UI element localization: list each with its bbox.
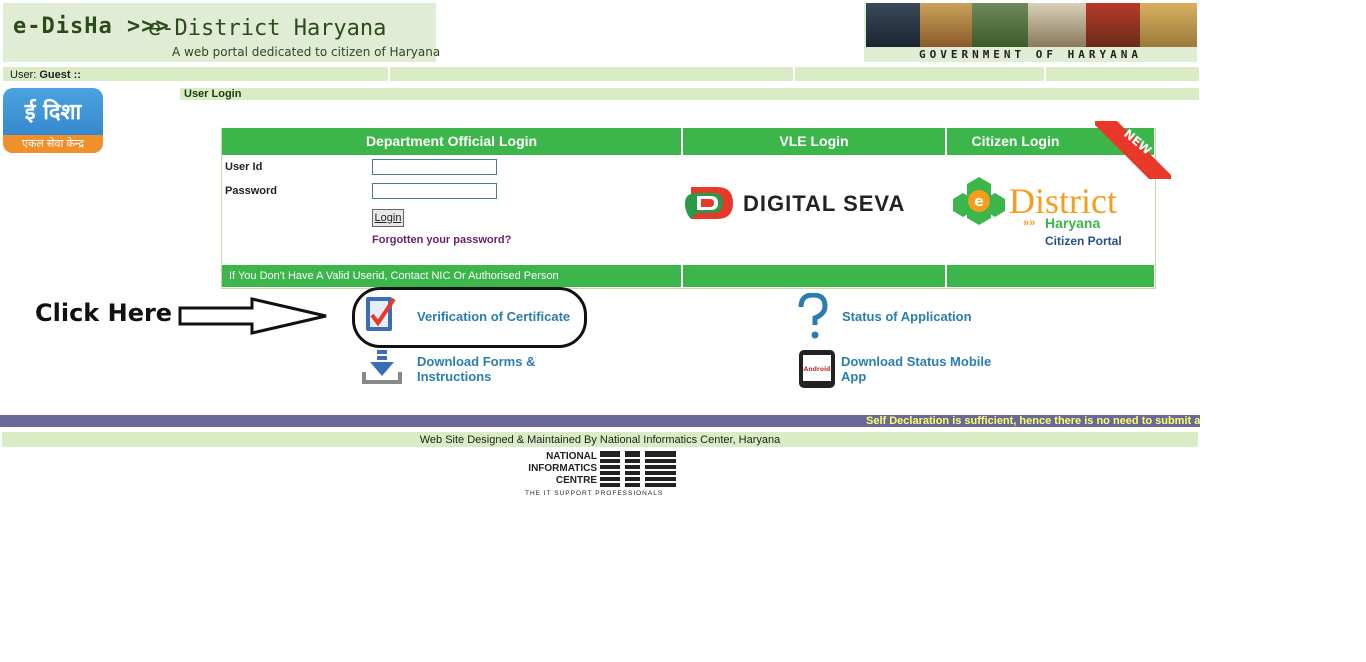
satellite-photo (866, 3, 920, 47)
field-photo (1140, 3, 1197, 47)
user-bar-cell (390, 67, 793, 81)
forgot-password-link[interactable]: Forgotten your password? (372, 234, 511, 246)
nic-line-3: CENTRE (555, 475, 597, 486)
mobile-app-link[interactable]: Download Status Mobile App (841, 354, 1011, 384)
logo-subtitle: एकल सेवा केन्द्र (3, 135, 103, 153)
tractor-photo (972, 3, 1028, 47)
government-text: GOVERNMENT OF HARYANA (918, 48, 1143, 61)
user-status: User: Guest :: (10, 69, 81, 81)
section-title: User Login (184, 88, 242, 100)
farmer-photo (920, 3, 972, 47)
brand-tagline: A web portal dedicated to citizen of Har… (172, 45, 441, 59)
logo-title: ई दिशा (24, 100, 82, 125)
password-label: Password (225, 185, 277, 197)
government-banner: GOVERNMENT OF HARYANA (864, 3, 1197, 62)
userid-input[interactable] (372, 159, 497, 175)
nic-mark-icon (600, 451, 676, 487)
status-application-link[interactable]: Status of Application (842, 309, 972, 324)
nic-tagline: THE IT SUPPORT PROFESSIONALS (525, 490, 664, 497)
verification-certificate-link[interactable]: Verification of Certificate (417, 309, 570, 324)
dancer-photo (1086, 3, 1140, 47)
user-bar-cell (795, 67, 1044, 81)
marquee-text: Self Declaration is sufficient, hence th… (866, 415, 1200, 427)
android-label: Android (804, 366, 831, 373)
question-mark-icon[interactable] (795, 292, 831, 341)
certificate-verification-icon[interactable] (360, 293, 402, 337)
mobile-app-icon[interactable]: Android (798, 349, 836, 389)
userid-label: User Id (225, 161, 263, 173)
click-here-annotation: Click Here (35, 299, 173, 327)
user-bar-cell (1046, 67, 1199, 81)
arrow-chevrons-icon: »» (1023, 217, 1036, 229)
login-button[interactable]: Login (372, 209, 404, 227)
citizen-login-label: Citizen Login (971, 133, 1060, 149)
announcement-marquee: Self Declaration is sufficient, hence th… (0, 415, 1200, 427)
right-arrow-icon (178, 296, 330, 336)
password-input[interactable] (372, 183, 497, 199)
footer-text: Web Site Designed & Maintained By Nation… (419, 434, 781, 446)
nic-logo: NATIONAL INFORMATICS CENTRE THE IT SUPPO… (525, 450, 677, 498)
brand-title: e-District Haryana (148, 16, 387, 41)
vle-login-heading: VLE Login (683, 128, 945, 155)
brand-edisha: e-DisHa >>> (13, 14, 170, 39)
login-footer-cell (947, 265, 1154, 287)
user-prefix: User: (10, 69, 37, 81)
dept-login-heading: Department Official Login (222, 128, 681, 155)
download-icon[interactable] (360, 348, 404, 388)
new-badge: NEW (1091, 119, 1171, 179)
login-footer-cell (683, 265, 945, 287)
digital-seva-link[interactable]: DIGITAL SEVA (743, 191, 905, 217)
people-photo (1028, 3, 1086, 47)
citizen-portal-text: Citizen Portal (1045, 234, 1122, 248)
section-bar (180, 88, 1199, 100)
user-name: Guest :: (39, 69, 81, 81)
edistrict-hex-icon[interactable]: e (951, 175, 1007, 227)
haryana-logo-text: Haryana (1045, 215, 1101, 231)
digital-seva-icon[interactable] (683, 183, 735, 223)
nic-line-1: NATIONAL (546, 451, 597, 462)
login-footer-note: If You Don't Have A Valid Userid, Contac… (222, 265, 681, 287)
edisha-logo: ई दिशा एकल सेवा केन्द्र (3, 88, 103, 153)
svg-text:e: e (974, 194, 984, 210)
nic-line-2: INFORMATICS (528, 463, 597, 474)
download-forms-link[interactable]: Download Forms & Instructions (417, 354, 557, 384)
